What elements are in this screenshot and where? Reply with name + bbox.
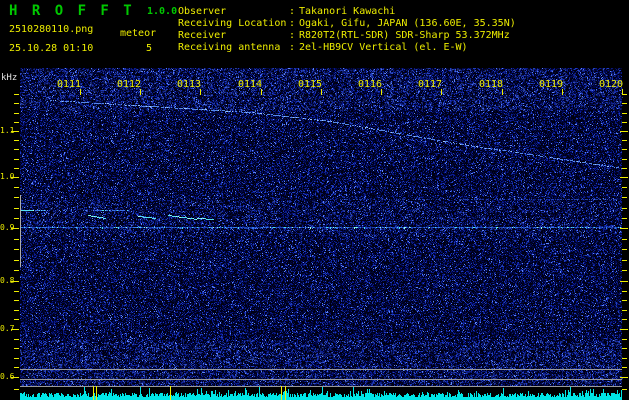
- time-tick-label: 0119: [539, 80, 563, 90]
- freq-tick-label: 0.8: [0, 277, 12, 285]
- info-label-antenna: Receiving antenna: [178, 43, 280, 53]
- colon-separator: :: [289, 19, 295, 29]
- hrofft-window: H R O F F T 1.0.0 2510280110.png meteor …: [0, 0, 629, 400]
- time-tick-label: 0114: [238, 80, 262, 90]
- app-title: H R O F F T: [9, 4, 135, 18]
- time-tick-label: 0120: [599, 80, 623, 90]
- mode-label: meteor: [120, 29, 156, 39]
- info-label-receiver: Receiver: [178, 31, 226, 41]
- freq-tick-label: 1.1: [0, 127, 12, 135]
- time-tick-label: 0113: [177, 80, 201, 90]
- spectrogram-canvas: [0, 0, 629, 400]
- info-value-receiver: R820T2(RTL-SDR) SDR-Sharp 53.372MHz: [299, 31, 510, 41]
- colon-separator: :: [289, 31, 295, 41]
- info-value-antenna: 2el-HB9CV Vertical (el. E-W): [299, 43, 468, 53]
- app-version: 1.0.0: [147, 7, 177, 17]
- freq-tick-label: 0.6: [0, 373, 12, 381]
- info-value-location: Ogaki, Gifu, JAPAN (136.60E, 35.35N): [299, 19, 516, 29]
- freq-tick-label: 0.7: [0, 325, 12, 333]
- time-tick-label: 0116: [358, 80, 382, 90]
- time-tick-label: 0117: [418, 80, 442, 90]
- freq-tick-label: 1.0: [0, 173, 12, 181]
- freq-tick-label: 0.9: [0, 224, 12, 232]
- time-tick-label: 0118: [479, 80, 503, 90]
- time-tick-label: 0111: [57, 80, 81, 90]
- freq-unit-label: kHz: [1, 74, 17, 83]
- colon-separator: :: [289, 7, 295, 17]
- colon-separator: :: [289, 43, 295, 53]
- info-value-observer: Takanori Kawachi: [299, 7, 395, 17]
- timestamp-label: 25.10.28 01:10: [9, 44, 93, 54]
- info-label-location: Receiving Location: [178, 19, 286, 29]
- time-tick-label: 0112: [117, 80, 141, 90]
- event-count: 5: [146, 44, 152, 54]
- time-tick-label: 0115: [298, 80, 322, 90]
- filename-label: 2510280110.png: [9, 25, 93, 35]
- info-label-observer: Observer: [178, 7, 226, 17]
